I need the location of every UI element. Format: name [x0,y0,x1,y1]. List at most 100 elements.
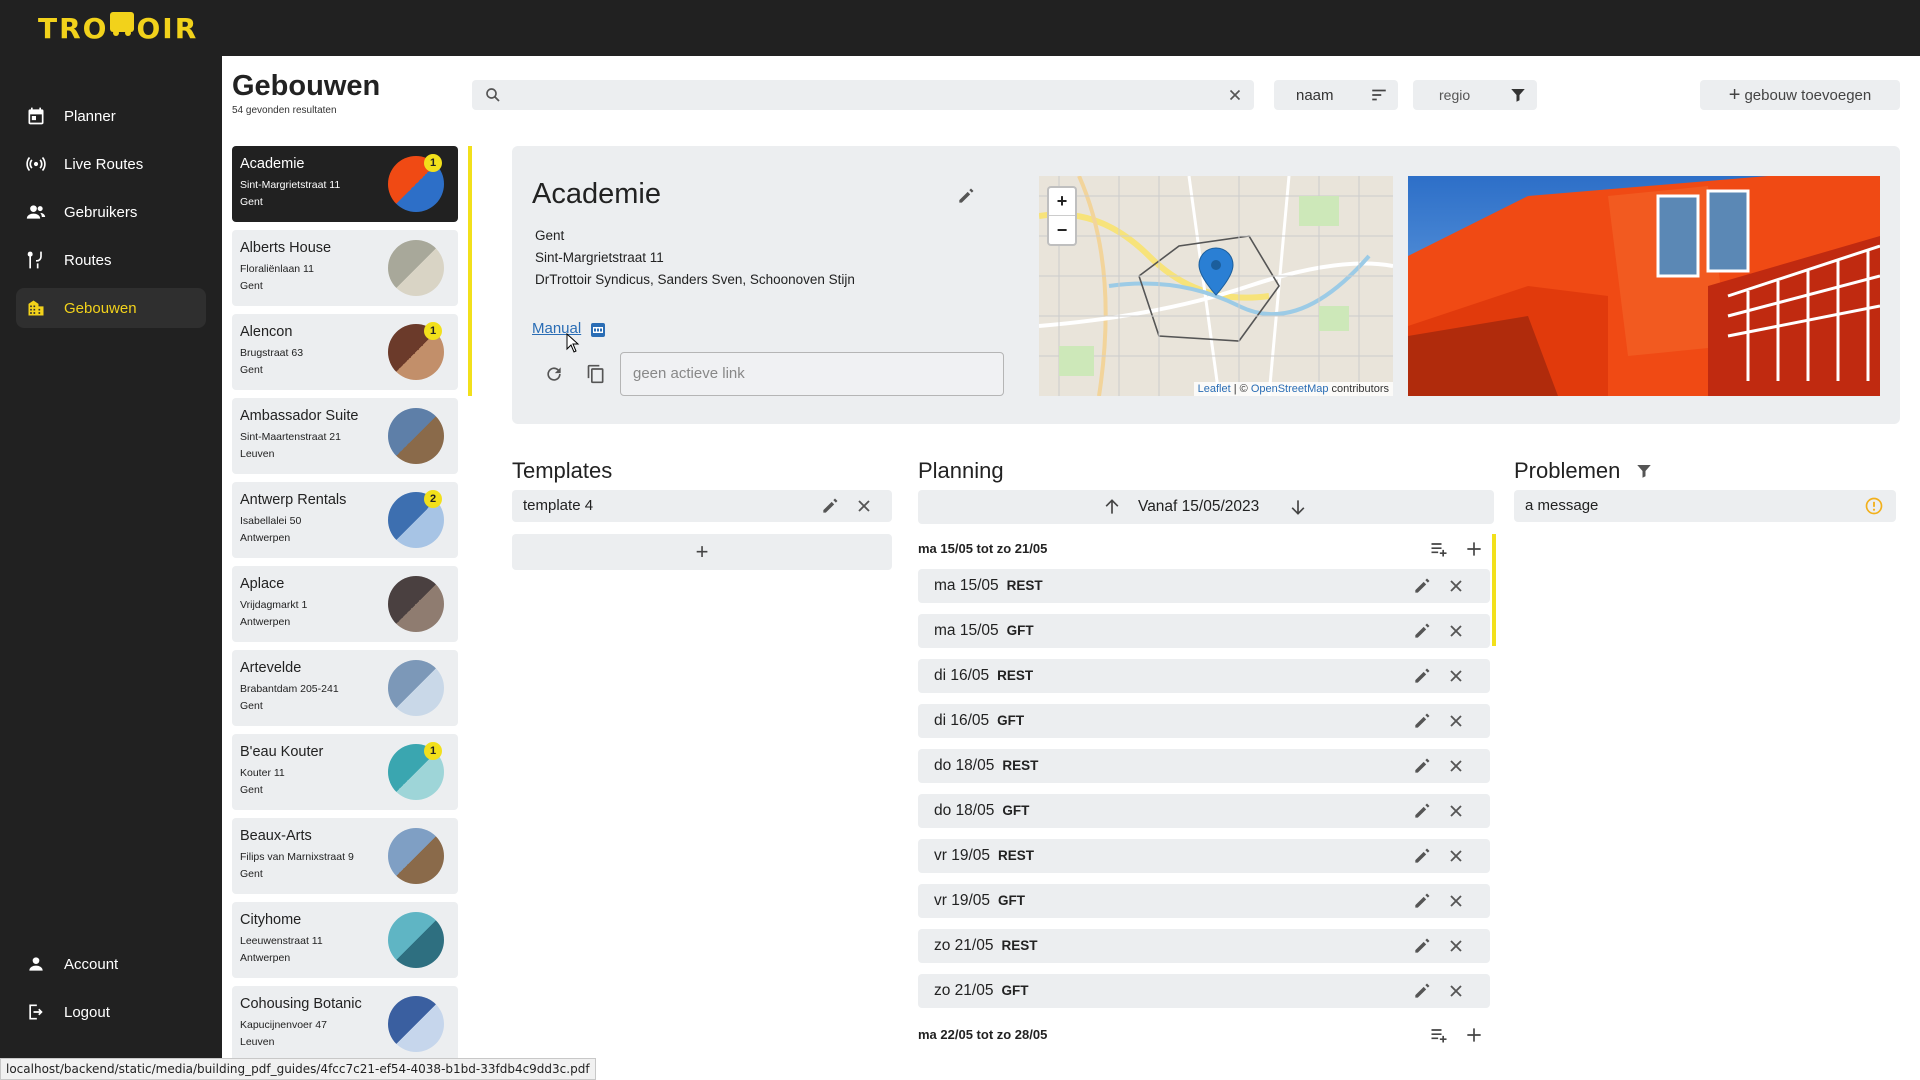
edit-icon[interactable] [1412,936,1432,956]
building-item-city: Gent [240,868,263,880]
add-building-label: gebouw toevoegen [1744,86,1872,104]
building-list-item[interactable]: Beaux-Arts Filips van Marnixstraat 9 Gent [232,818,458,894]
building-list-item[interactable]: Artevelde Brabantdam 205-241 Gent [232,650,458,726]
edit-icon[interactable] [1412,756,1432,776]
nav-item-gebruikers[interactable]: Gebruikers [16,192,206,232]
app-logo[interactable]: TRO OIR [38,12,198,45]
filter-icon[interactable] [1635,462,1653,480]
close-icon[interactable] [1446,711,1466,731]
edit-icon[interactable] [1412,846,1432,866]
building-item-name: Cohousing Botanic [240,996,362,1012]
close-icon[interactable] [1446,801,1466,821]
planning-row[interactable]: do 18/05 GFT [918,794,1490,828]
building-list-item[interactable]: Cityhome Leeuwenstraat 11 Antwerpen [232,902,458,978]
arrow-down-icon[interactable] [1288,497,1308,517]
nav-item-gebouwen[interactable]: Gebouwen [16,288,206,328]
playlist-add-icon[interactable] [1429,1025,1449,1045]
plus-icon[interactable] [1464,1025,1484,1045]
planning-row[interactable]: ma 15/05 REST [918,569,1490,603]
zoom-in-button[interactable]: + [1049,188,1075,216]
edit-icon[interactable] [820,496,840,516]
arrow-up-icon[interactable] [1102,497,1122,517]
building-item-street: Filips van Marnixstraat 9 [240,851,354,863]
planning-row[interactable]: di 16/05 GFT [918,704,1490,738]
planning-row[interactable]: di 16/05 REST [918,659,1490,693]
close-icon[interactable] [1446,891,1466,911]
planning-row-date: do 18/05 GFT [934,802,1030,819]
building-item-name: Ambassador Suite [240,408,359,424]
building-list-item[interactable]: Academie Sint-Margrietstraat 11 Gent 1 [232,146,458,222]
planning-row-date: zo 21/05 GFT [934,982,1029,999]
edit-icon[interactable] [1412,801,1432,821]
add-building-button[interactable]: + gebouw toevoegen [1700,80,1900,110]
edit-icon[interactable] [1412,666,1432,686]
page-title: Gebouwen [232,70,381,102]
planning-week-label: ma 22/05 tot zo 28/05 [918,1027,1048,1042]
close-icon[interactable] [1446,936,1466,956]
edit-icon[interactable] [1412,621,1432,641]
nav-item-logout[interactable]: Logout [16,992,206,1032]
planning-week-label: ma 15/05 tot zo 21/05 [918,541,1048,556]
building-name: Academie [532,178,661,210]
edit-icon[interactable] [956,186,976,206]
osm-link[interactable]: OpenStreetMap [1251,383,1329,395]
nav-item-planner[interactable]: Planner [16,96,206,136]
close-icon[interactable] [1446,576,1466,596]
close-icon[interactable] [1446,846,1466,866]
building-list-item[interactable]: Alencon Brugstraat 63 Gent 1 [232,314,458,390]
planning-scrollbar[interactable] [1492,534,1496,646]
top-bar: TRO OIR [0,0,1920,56]
sort-button[interactable]: naam [1274,80,1398,110]
region-filter-button[interactable]: regio [1413,80,1537,110]
planning-row[interactable]: zo 21/05 GFT [918,974,1490,1008]
building-list-item[interactable]: B'eau Kouter Kouter 11 Gent 1 [232,734,458,810]
planning-row[interactable]: do 18/05 REST [918,749,1490,783]
building-list-item[interactable]: Cohousing Botanic Kapucijnenvoer 47 Leuven [232,986,458,1060]
nav-item-live-routes[interactable]: Live Routes [16,144,206,184]
edit-icon[interactable] [1412,576,1432,596]
building-list-item[interactable]: Alberts House Floraliënlaan 11 Gent [232,230,458,306]
edit-icon[interactable] [1412,981,1432,1001]
plus-icon[interactable] [1464,539,1484,559]
problem-count-badge: 1 [424,742,442,760]
problem-item[interactable]: a message [1514,490,1896,522]
planning-row[interactable]: vr 19/05 REST [918,839,1490,873]
planning-row[interactable]: zo 21/05 REST [918,929,1490,963]
building-item-city: Gent [240,280,263,292]
building-list-item[interactable]: Ambassador Suite Sint-Maartenstraat 21 Leu… [232,398,458,474]
nav-item-account[interactable]: Account [16,944,206,984]
pdf-icon[interactable] [590,322,606,338]
template-item[interactable]: template 4 [512,490,892,522]
close-icon[interactable] [1446,756,1466,776]
edit-icon[interactable] [1412,711,1432,731]
refresh-icon[interactable] [544,364,564,384]
zoom-out-button[interactable]: − [1049,216,1075,244]
close-icon[interactable] [1446,666,1466,686]
nav-label: Logout [64,1003,110,1021]
close-icon[interactable] [854,496,874,516]
share-link-field[interactable]: geen actieve link [620,352,1004,396]
close-icon[interactable] [1446,621,1466,641]
leaflet-link[interactable]: Leaflet [1198,383,1231,395]
building-item-street: Vrijdagmarkt 1 [240,599,308,611]
broadcast-icon [26,154,46,174]
building-list-item[interactable]: Aplace Vrijdagmarkt 1 Antwerpen [232,566,458,642]
planning-row-date: di 16/05 REST [934,667,1034,684]
planning-row[interactable]: ma 15/05 GFT [918,614,1490,648]
route-icon [26,250,46,270]
building-list-item[interactable]: Antwerp Rentals Isabellalei 50 Antwerpen 2 [232,482,458,558]
building-map[interactable]: Leaflet | © OpenStreetMap contributors [1039,176,1393,396]
search-input[interactable] [512,84,1202,106]
planning-row-type: REST [997,668,1034,683]
add-template-button[interactable]: + [512,534,892,570]
planning-row-date: do 18/05 REST [934,757,1039,774]
playlist-add-icon[interactable] [1429,539,1449,559]
planning-row[interactable]: vr 19/05 GFT [918,884,1490,918]
building-item-city: Gent [240,364,263,376]
clear-search-icon[interactable] [1226,86,1244,104]
list-scrollbar[interactable] [468,146,472,396]
nav-item-routes[interactable]: Routes [16,240,206,280]
close-icon[interactable] [1446,981,1466,1001]
copy-icon[interactable] [586,364,606,384]
edit-icon[interactable] [1412,891,1432,911]
